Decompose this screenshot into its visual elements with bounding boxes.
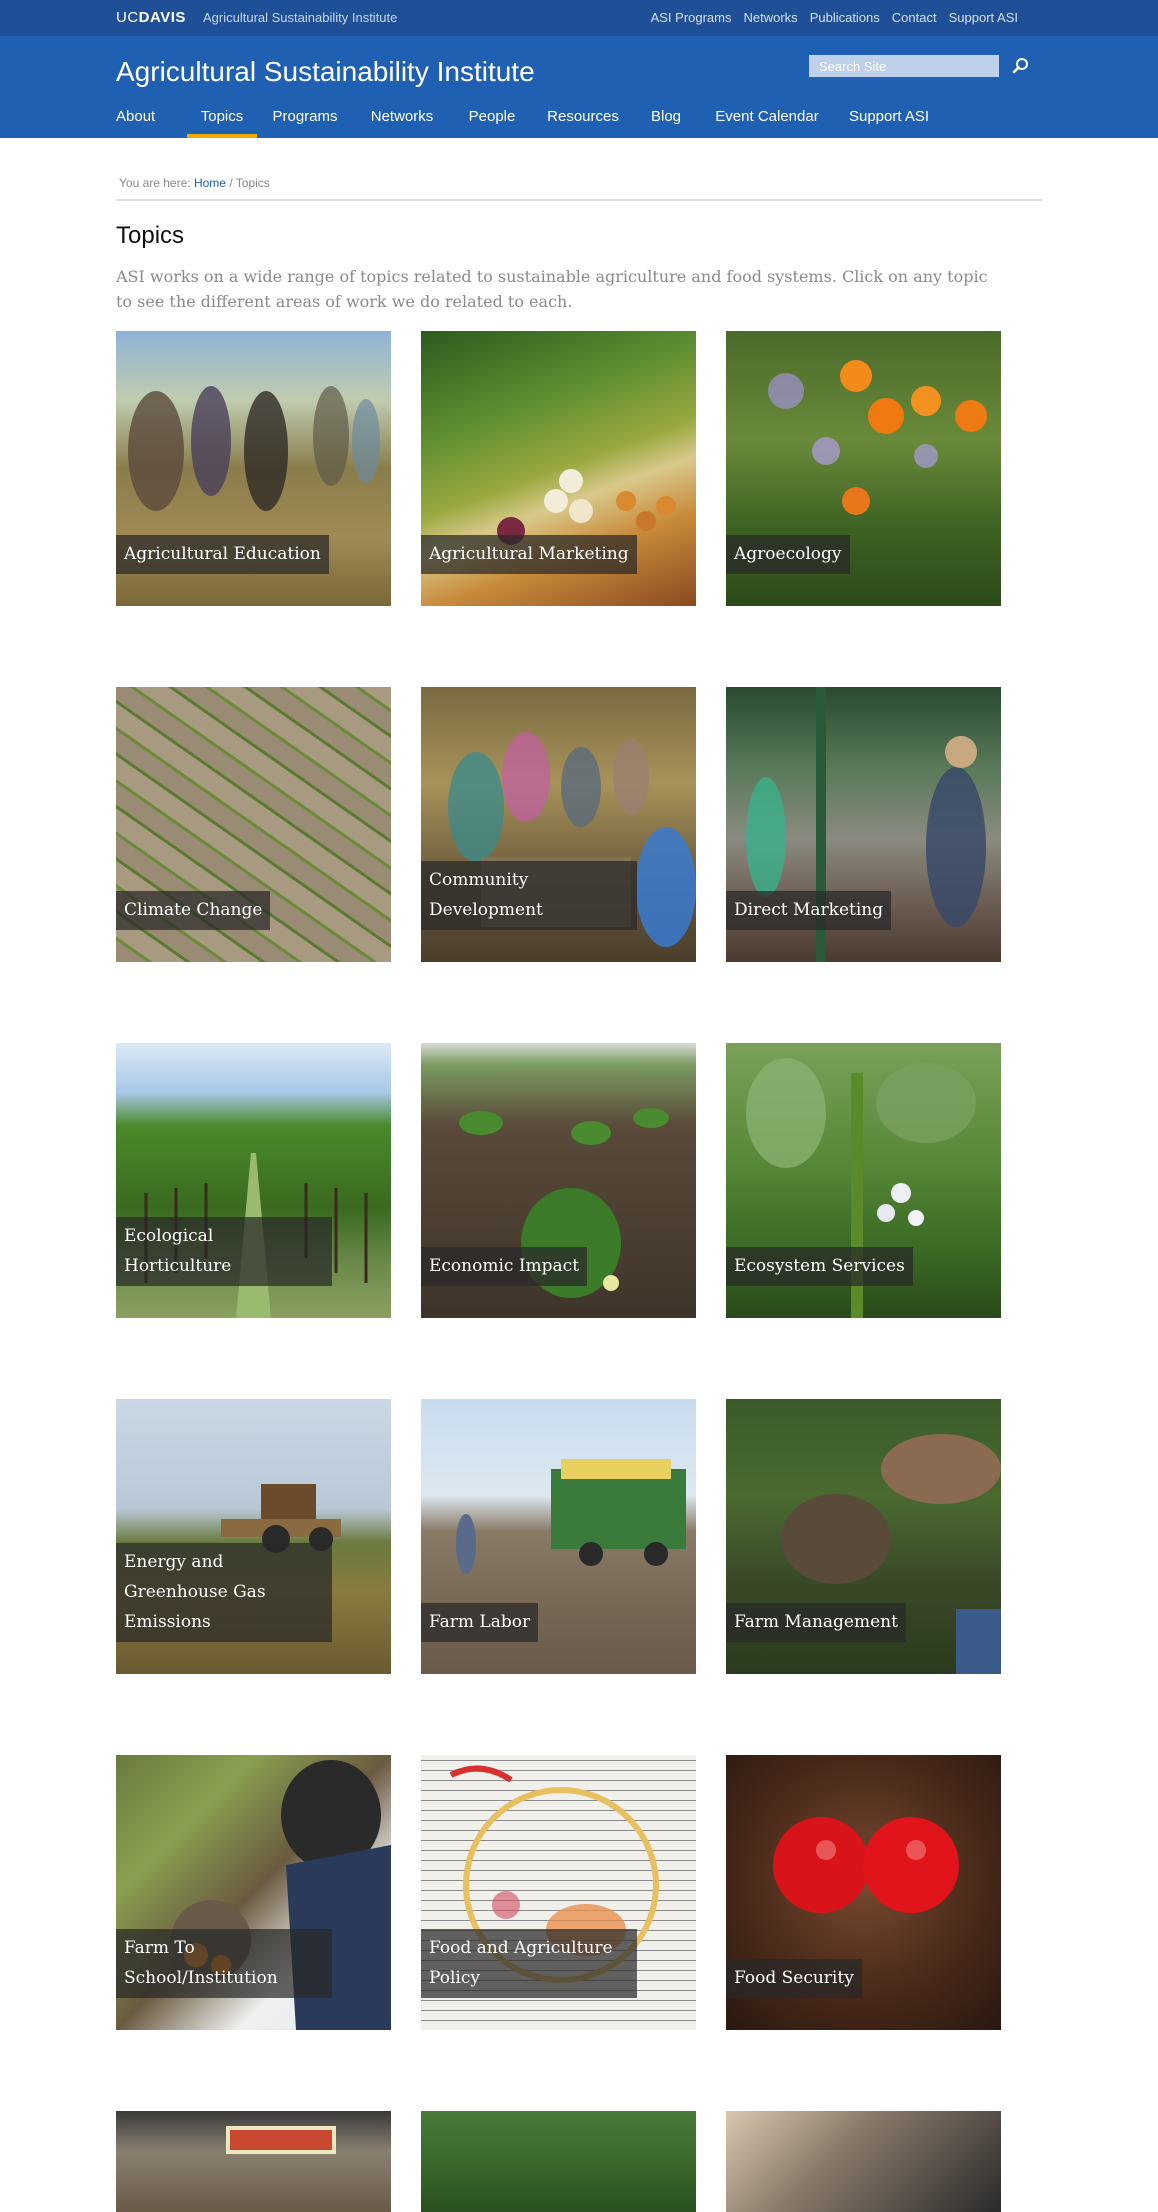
- topic-label: Food and Agriculture Policy: [421, 1929, 637, 1998]
- intro-text: ASI works on a wide range of topics rela…: [116, 267, 988, 311]
- nav-about[interactable]: About: [116, 108, 188, 138]
- topic-tile-partial[interactable]: [726, 2111, 1001, 2212]
- topic-tile-climate-change[interactable]: Climate Change: [116, 687, 391, 962]
- utility-links: ASI Programs Networks Publications Conta…: [639, 10, 1018, 25]
- nav-resources[interactable]: Resources: [545, 108, 621, 138]
- topic-tile-agricultural-education[interactable]: Agricultural Education: [116, 331, 391, 606]
- site-name-link[interactable]: Agricultural Sustainability Institute: [203, 10, 397, 25]
- nav-programs[interactable]: Programs: [271, 108, 339, 138]
- topic-tile-partial[interactable]: [116, 2111, 391, 2212]
- nav-topics[interactable]: Topics: [187, 108, 257, 138]
- topic-label: Ecological Horticulture: [116, 1217, 332, 1286]
- topic-tile-ecological-horticulture[interactable]: Ecological Horticulture: [116, 1043, 391, 1318]
- ucdavis-logo[interactable]: UCDAVIS: [116, 9, 186, 26]
- utility-link-contact[interactable]: Contact: [892, 10, 937, 25]
- main-navigation: About Topics Programs Networks People Re…: [116, 108, 931, 138]
- topic-tile-food-and-agriculture-policy[interactable]: Food and Agriculture Policy: [421, 1755, 696, 2030]
- page-title: Topics: [116, 222, 185, 249]
- topic-label: Ecosystem Services: [726, 1247, 913, 1286]
- topic-label: Direct Marketing: [726, 891, 892, 930]
- topic-label: Farm Management: [726, 1603, 906, 1642]
- topic-tile-agricultural-marketing[interactable]: Agricultural Marketing: [421, 331, 696, 606]
- topic-tile-partial[interactable]: [421, 2111, 696, 2212]
- nav-networks[interactable]: Networks: [368, 108, 436, 138]
- site-header: Agricultural Sustainability Institute Ab…: [0, 36, 1158, 138]
- topic-label: Agricultural Marketing: [421, 535, 637, 574]
- topic-label: Agroecology: [726, 535, 850, 574]
- utility-link-support-asi[interactable]: Support ASI: [949, 10, 1018, 25]
- topic-label: Energy and Greenhouse Gas Emissions: [116, 1543, 332, 1642]
- search-input[interactable]: [809, 55, 999, 77]
- topic-label: Food Security: [726, 1959, 862, 1998]
- utility-link-asi-programs[interactable]: ASI Programs: [651, 10, 732, 25]
- breadcrumb: You are here: Home / Topics: [119, 176, 270, 190]
- top-utility-bar: UCDAVIS Agricultural Sustainability Inst…: [0, 0, 1158, 36]
- topic-label: Economic Impact: [421, 1247, 588, 1286]
- utility-link-publications[interactable]: Publications: [810, 10, 880, 25]
- topic-label: Farm To School/Institution: [116, 1929, 332, 1998]
- search-icon[interactable]: [1010, 55, 1032, 77]
- topic-label: Agricultural Education: [116, 535, 329, 574]
- topic-tile-community-development[interactable]: Community Development: [421, 687, 696, 962]
- topic-photo: [116, 2111, 391, 2212]
- topic-label: Climate Change: [116, 891, 271, 930]
- divider: [116, 199, 1042, 201]
- utility-link-networks[interactable]: Networks: [744, 10, 798, 25]
- topic-tile-energy-and-greenhouse-gas-emissions[interactable]: Energy and Greenhouse Gas Emissions: [116, 1399, 391, 1674]
- topic-tile-ecosystem-services[interactable]: Ecosystem Services: [726, 1043, 1001, 1318]
- topic-label: Community Development: [421, 861, 637, 930]
- topic-photo: [421, 2111, 696, 2212]
- breadcrumb-home[interactable]: Home: [194, 176, 226, 190]
- topic-tile-direct-marketing[interactable]: Direct Marketing: [726, 687, 1001, 962]
- nav-event-calendar[interactable]: Event Calendar: [712, 108, 822, 138]
- topic-label: Farm Labor: [421, 1603, 539, 1642]
- topic-tile-food-security[interactable]: Food Security: [726, 1755, 1001, 2030]
- nav-support-asi[interactable]: Support ASI: [847, 108, 931, 138]
- topic-tile-farm-labor[interactable]: Farm Labor: [421, 1399, 696, 1674]
- nav-blog[interactable]: Blog: [649, 108, 683, 138]
- site-title[interactable]: Agricultural Sustainability Institute: [116, 56, 535, 88]
- topic-tile-farm-to-school-institution[interactable]: Farm To School/Institution: [116, 1755, 391, 2030]
- nav-people[interactable]: People: [466, 108, 518, 138]
- breadcrumb-current: Topics: [235, 176, 270, 190]
- topic-tile-agroecology[interactable]: Agroecology: [726, 331, 1001, 606]
- topic-photo: [726, 2111, 1001, 2212]
- topic-tile-economic-impact[interactable]: Economic Impact: [421, 1043, 696, 1318]
- topic-tile-farm-management[interactable]: Farm Management: [726, 1399, 1001, 1674]
